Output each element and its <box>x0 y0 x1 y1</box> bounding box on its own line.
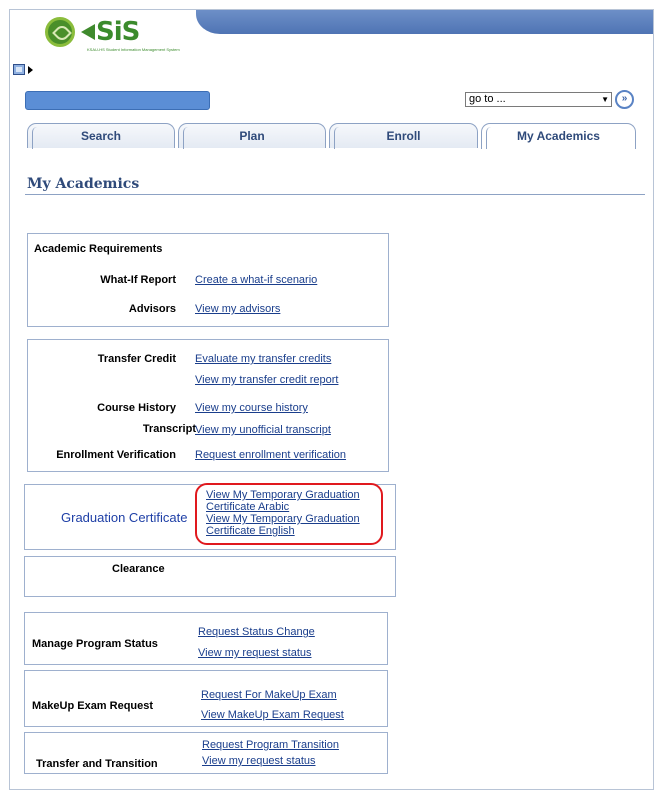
request-status-change-link[interactable]: Request Status Change <box>198 626 315 638</box>
tab-search[interactable]: Search <box>27 123 175 149</box>
clearance-box: Clearance <box>24 556 396 597</box>
academic-requirements-box: Academic Requirements What-If Report Cre… <box>27 233 389 327</box>
evaluate-transfer-link[interactable]: Evaluate my transfer credits <box>195 353 331 365</box>
goto-selected-value: go to ... <box>469 93 506 105</box>
makeup-exam-box: MakeUp Exam Request Request For MakeUp E… <box>24 670 388 727</box>
goto-button[interactable]: » <box>615 90 634 109</box>
logo-text: SiS <box>96 17 140 47</box>
request-makeup-link[interactable]: Request For MakeUp Exam <box>201 689 337 701</box>
request-transition-link[interactable]: Request Program Transition <box>202 739 339 751</box>
page-title: My Academics <box>27 176 140 192</box>
program-status-label: Manage Program Status <box>32 638 158 650</box>
course-history-label: Course History <box>97 402 176 414</box>
makeup-exam-label: MakeUp Exam Request <box>32 700 154 712</box>
program-status-box: Manage Program Status Request Status Cha… <box>24 612 388 665</box>
transfer-credit-label: Transfer Credit <box>97 353 176 365</box>
course-history-link[interactable]: View my course history <box>195 402 308 414</box>
logo-subtitle: KSAU-HS Student Information Management S… <box>87 47 180 52</box>
tab-my-academics[interactable]: My Academics <box>481 123 636 149</box>
academic-requirements-heading: Academic Requirements <box>34 243 163 255</box>
university-seal-icon <box>45 17 75 47</box>
advisors-link[interactable]: View my advisors <box>195 303 280 315</box>
highlight-annotation <box>195 483 383 545</box>
menu-toggle-icon[interactable] <box>13 64 25 75</box>
advisors-label: Advisors <box>128 303 176 315</box>
view-request-status-link[interactable]: View my request status <box>198 647 312 659</box>
arrow-icon <box>81 24 95 40</box>
header-banner <box>196 10 653 34</box>
academic-records-box: Transfer Credit Evaluate my transfer cre… <box>27 339 389 472</box>
clearance-label: Clearance <box>112 563 165 575</box>
tab-plan[interactable]: Plan <box>178 123 326 149</box>
tab-enroll[interactable]: Enroll <box>329 123 478 149</box>
enrollment-verification-label: Enrollment Verification <box>56 449 176 461</box>
sis-logo: SiS <box>45 17 140 47</box>
chevron-down-icon: ▼ <box>601 95 609 104</box>
graduation-certificate-label: Graduation Certificate <box>61 510 188 525</box>
view-transition-status-link[interactable]: View my request status <box>202 755 316 767</box>
transcript-link[interactable]: View my unofficial transcript <box>195 424 331 436</box>
transition-box: Transfer and Transition Request Program … <box>24 732 388 774</box>
transition-label: Transfer and Transition <box>36 758 158 770</box>
whatif-label: What-If Report <box>100 274 176 286</box>
enrollment-verification-link[interactable]: Request enrollment verification <box>195 449 346 461</box>
view-makeup-link[interactable]: View MakeUp Exam Request <box>201 709 344 721</box>
transcript-label: Transcript <box>142 423 196 435</box>
goto-select[interactable]: go to ... ▼ <box>465 92 612 107</box>
expand-arrow-icon[interactable] <box>28 66 33 74</box>
title-divider <box>25 194 645 195</box>
transfer-report-link[interactable]: View my transfer credit report <box>195 374 338 386</box>
user-banner-bar <box>25 91 210 110</box>
whatif-link[interactable]: Create a what-if scenario <box>195 274 317 286</box>
